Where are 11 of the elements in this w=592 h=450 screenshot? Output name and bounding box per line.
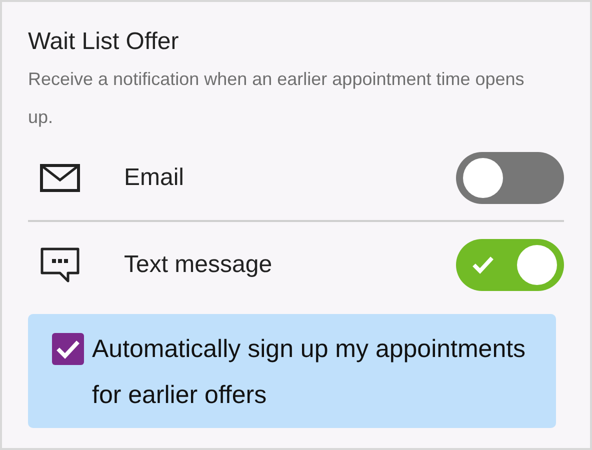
chat-bubble-icon (40, 247, 80, 283)
channel-label: Email (124, 163, 186, 193)
toggle-switch[interactable] (456, 239, 564, 291)
toggle-switch[interactable] (456, 152, 564, 204)
section-title: Wait List Offer (28, 27, 180, 57)
envelope-icon (40, 164, 80, 192)
channel-label: Text message (124, 250, 274, 280)
auto-signup-label: Automatically sign up my appointments for earlier offers (92, 334, 527, 411)
checkbox[interactable] (52, 333, 84, 365)
check-icon (472, 256, 494, 274)
section-description: Receive a notification when an earlier appointment time opens up. (28, 68, 526, 129)
